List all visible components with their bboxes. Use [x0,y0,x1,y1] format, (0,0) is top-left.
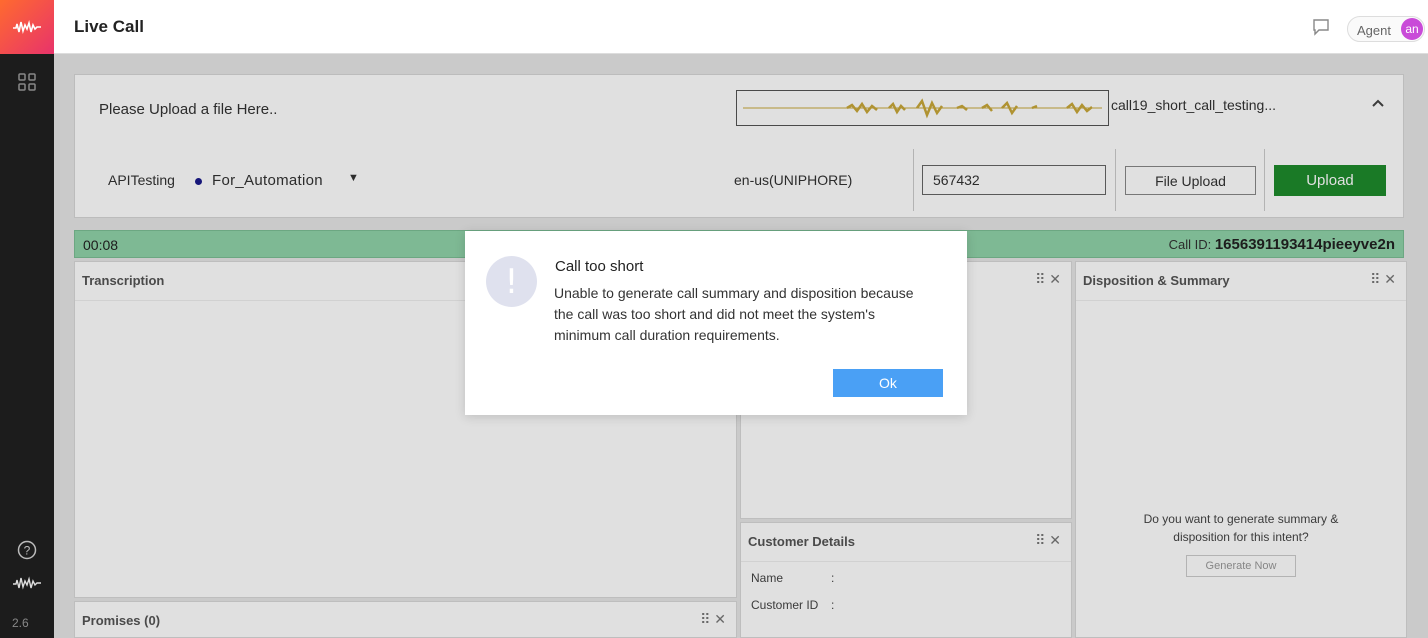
grid-icon[interactable] [0,72,54,92]
svg-text:?: ? [24,544,31,558]
app-version: 2.6 [12,616,29,630]
sidebar: ? 2.6 [0,0,54,638]
dialog-message: Unable to generate call summary and disp… [554,285,914,343]
waveform-logo-icon[interactable] [0,0,54,54]
call-too-short-dialog: ! Call too short Unable to generate call… [465,231,967,415]
agent-label: Agent [1357,23,1391,38]
exclamation-icon: ! [486,256,537,307]
avatar: an [1401,18,1423,40]
agent-profile-toggle[interactable]: Agent an [1347,16,1425,42]
waveform-small-icon [0,576,54,590]
chat-bubble-icon[interactable] [1311,17,1331,42]
header: Live Call Agent an [54,0,1428,54]
page-title: Live Call [74,17,144,36]
dialog-title: Call too short [555,258,644,275]
question-circle-icon[interactable]: ? [0,540,54,560]
ok-button[interactable]: Ok [833,369,943,397]
